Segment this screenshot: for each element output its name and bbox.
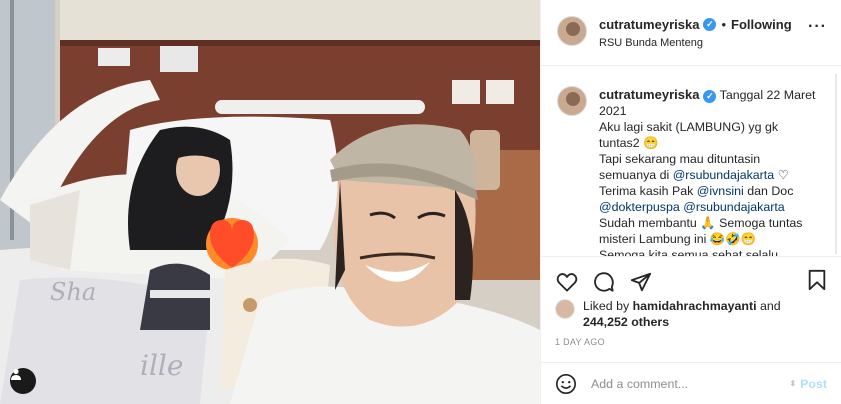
action-bar (541, 256, 841, 298)
verified-badge-icon: ✓ (703, 18, 717, 31)
post-button-label: Post (800, 376, 827, 391)
liker-avatar[interactable] (555, 299, 575, 319)
caption-section: cutratumeyriska ✓ Tanggal 22 Maret 2021 A… (541, 66, 841, 256)
caption-username[interactable]: cutratumeyriska (599, 87, 699, 102)
caption-line: Aku lagi sakit (LAMBUNG) yg gk tuntas2 😁 (599, 120, 779, 150)
caption-scrollbar[interactable] (835, 74, 837, 254)
liker-username[interactable]: hamidahrachmayanti (633, 299, 757, 313)
location-link[interactable]: RSU Bunda Menteng (599, 37, 792, 49)
caption-line: Sudah membantu 🙏 Semoga tuntas misteri L… (599, 216, 803, 246)
mention-link[interactable]: @rsubundajakarta (683, 200, 784, 214)
separator-dot: • (721, 17, 727, 32)
emoji-smile-icon[interactable] (555, 373, 577, 395)
post-side-panel: cutratumeyriska ✓ • Following RSU Bunda … (540, 0, 841, 404)
post-timestamp[interactable]: 1 DAY AGO (541, 334, 841, 358)
mention-link[interactable]: @rsubundajakarta (673, 168, 774, 182)
likes-section: Liked by hamidahrachmayanti and 244,252 … (541, 298, 841, 334)
heart-icon[interactable] (555, 270, 579, 294)
verified-badge-icon: ✓ (703, 89, 717, 103)
bookmark-icon[interactable] (807, 269, 827, 294)
mention-link[interactable]: @ivnsini (697, 184, 744, 198)
avatar[interactable] (557, 16, 587, 46)
caption-line: dan Doc (743, 184, 794, 198)
svg-text:Sha: Sha (50, 278, 96, 306)
comment-bar: ⬍ Post (541, 362, 841, 404)
more-options-icon[interactable]: ··· (808, 19, 827, 35)
post-header: cutratumeyriska ✓ • Following RSU Bunda … (541, 0, 841, 66)
likes-and: and (756, 299, 781, 313)
caption-line: ♡ (774, 168, 789, 182)
svg-text:ille: ille (140, 349, 183, 382)
hospital-selfie-image: Sha ille (0, 0, 540, 404)
comment-icon[interactable] (592, 270, 616, 294)
caption-line: Semoga kita semua sehat selalu (599, 248, 779, 256)
header-username[interactable]: cutratumeyriska (599, 17, 699, 32)
instagram-post: Sha ille cutratumeyriska ✓ • Following R… (0, 0, 841, 404)
post-comment-button[interactable]: ⬍ Post (789, 377, 827, 391)
caption-avatar[interactable] (557, 86, 587, 116)
send-icon[interactable] (629, 270, 653, 294)
post-photo[interactable]: Sha ille (0, 0, 540, 404)
comment-input[interactable] (591, 376, 790, 391)
caption-line: Terima kasih Pak (599, 184, 697, 198)
mention-link[interactable]: @dokterpuspa (599, 200, 680, 214)
user-icon (11, 368, 21, 380)
caption-text: cutratumeyriska ✓ Tanggal 22 Maret 2021 A… (599, 87, 817, 256)
likes-count[interactable]: 244,252 others (583, 315, 669, 329)
tagged-users-button[interactable] (10, 368, 36, 394)
following-button[interactable]: Following (731, 17, 792, 32)
sort-arrows-icon: ⬍ (789, 379, 797, 388)
likes-prefix: Liked by (583, 299, 633, 313)
